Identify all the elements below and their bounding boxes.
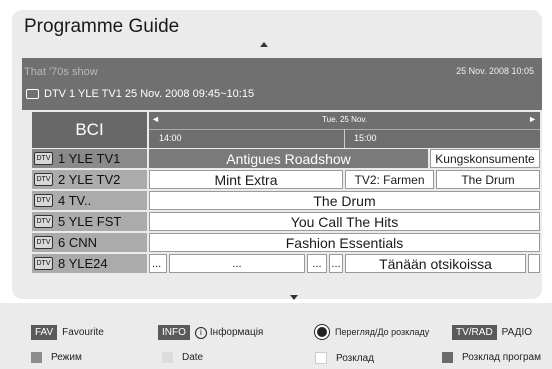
channel-name: 6 CNN xyxy=(58,235,98,250)
dtv-icon: DTV xyxy=(34,257,53,270)
legend-favourite[interactable]: FAV Favourite xyxy=(31,325,104,340)
channel-cell[interactable]: DTV 8 YLE24 xyxy=(32,254,147,273)
channel-name: 4 TV.. xyxy=(58,193,92,208)
scroll-down-icon[interactable] xyxy=(290,295,298,300)
channel-name: 1 YLE TV1 xyxy=(58,151,121,166)
legend-tvrad[interactable]: TV/RAD РАДІО xyxy=(452,325,532,340)
channel-info-text: DTV 1 YLE TV1 25 Nov. 2008 09:45~10:15 xyxy=(44,88,255,100)
program-cell[interactable]: Kungskonsumente xyxy=(430,149,540,168)
current-datetime: 25 Nov. 2008 10:05 xyxy=(456,66,534,76)
channel-cell[interactable]: DTV 2 YLE TV2 xyxy=(32,170,147,189)
program-cell[interactable]: Mint Extra xyxy=(149,170,343,189)
red-key-icon xyxy=(31,352,42,363)
channel-cell[interactable]: DTV 1 YLE TV1 xyxy=(32,149,147,168)
timebar-divider xyxy=(344,129,345,148)
tvrad-key: TV/RAD xyxy=(452,325,497,340)
channel-name: 8 YLE24 xyxy=(58,256,108,271)
channel-name: 5 YLE FST xyxy=(58,214,122,229)
legend-info[interactable]: INFO i Інформація xyxy=(158,325,263,340)
channel-row: DTV 1 YLE TV1 Antigues Roadshow Kungskons… xyxy=(32,149,540,168)
epg-grid: BCI ◄ Tue. 25 Nov. ► 14:00 15:00 DTV 1 YL… xyxy=(32,112,540,298)
timebar: ◄ Tue. 25 Nov. ► 14:00 15:00 xyxy=(149,112,540,148)
tvrad-label: РАДІО xyxy=(501,327,533,338)
yellow-label: Розклад xyxy=(336,352,374,364)
button-legend: FAV Favourite INFO i Інформація Перегляд… xyxy=(0,303,552,369)
program-cell-empty[interactable] xyxy=(528,254,540,273)
program-cell[interactable]: The Drum xyxy=(436,170,540,189)
dtv-icon: DTV xyxy=(34,173,53,186)
program-cell[interactable]: Tänään otsikoissa xyxy=(345,254,526,273)
time-right-arrow-icon[interactable]: ► xyxy=(528,114,537,124)
ok-button-icon xyxy=(315,325,329,339)
info-label: Інформація xyxy=(209,327,264,338)
time-slot-1: 14:00 xyxy=(159,133,182,143)
red-label: Режим xyxy=(51,352,82,363)
current-show-title: That '70s show xyxy=(24,66,98,78)
channel-cell[interactable]: DTV 6 CNN xyxy=(32,233,147,252)
legend-ok[interactable]: Перегляд/До розкладу xyxy=(315,325,429,339)
program-cell[interactable]: Fashion Essentials xyxy=(149,233,540,252)
legend-blue[interactable]: Розклад програм xyxy=(442,352,541,363)
program-info-panel: That '70s show 25 Nov. 2008 10:05 DTV 1 … xyxy=(22,58,542,110)
timebar-date: Tue. 25 Nov. xyxy=(322,115,367,124)
program-cell[interactable]: TV2: Farmen xyxy=(345,170,434,189)
green-key-icon xyxy=(162,352,173,363)
info-icon: i xyxy=(194,326,207,339)
channel-row: DTV 4 TV.. The Drum xyxy=(32,191,540,210)
channel-row: DTV 6 CNN Fashion Essentials xyxy=(32,233,540,252)
channel-name: 2 YLE TV2 xyxy=(58,172,121,187)
ok-label: Перегляд/До розкладу xyxy=(335,327,430,337)
channel-cell[interactable]: DTV 4 TV.. xyxy=(32,191,147,210)
dtv-icon: DTV xyxy=(34,194,53,207)
channel-cell[interactable]: DTV 5 YLE FST xyxy=(32,212,147,231)
channel-row: DTV 8 YLE24 ... ... ... ... Tänään otsiko… xyxy=(32,254,540,273)
dtv-icon: DTV xyxy=(34,236,53,249)
channel-rows: DTV 1 YLE TV1 Antigues Roadshow Kungskons… xyxy=(32,149,540,275)
current-channel-info: DTV 1 YLE TV1 25 Nov. 2008 09:45~10:15 xyxy=(26,88,254,100)
dtv-icon: DTV xyxy=(34,152,53,165)
program-cell[interactable]: Antigues Roadshow xyxy=(149,149,428,168)
fav-key: FAV xyxy=(31,325,58,340)
scroll-up-icon[interactable] xyxy=(260,42,268,47)
program-cell[interactable]: The Drum xyxy=(149,191,540,210)
legend-red[interactable]: Режим xyxy=(31,352,82,363)
tv-icon xyxy=(26,89,39,99)
program-cell[interactable]: ... xyxy=(149,254,167,273)
blue-label: Розклад програм xyxy=(462,352,541,363)
program-cell[interactable]: ... xyxy=(169,254,305,273)
legend-yellow[interactable]: Розклад xyxy=(315,352,374,364)
channel-row: DTV 5 YLE FST You Call The Hits xyxy=(32,212,540,231)
info-key: INFO xyxy=(158,325,190,340)
program-cell[interactable]: ... xyxy=(329,254,343,273)
time-slot-2: 15:00 xyxy=(354,133,377,143)
legend-green[interactable]: Date xyxy=(162,352,203,363)
program-cell[interactable]: You Call The Hits xyxy=(149,212,540,231)
blue-key-icon xyxy=(442,352,453,363)
channel-row: DTV 2 YLE TV2 Mint Extra TV2: Farmen The … xyxy=(32,170,540,189)
yellow-key-icon xyxy=(315,352,327,364)
dtv-icon: DTV xyxy=(34,215,53,228)
channel-logo: BCI xyxy=(32,112,147,148)
page-title: Programme Guide xyxy=(24,16,180,37)
green-label: Date xyxy=(182,352,204,363)
program-cell[interactable]: ... xyxy=(307,254,327,273)
fav-label: Favourite xyxy=(62,327,104,338)
